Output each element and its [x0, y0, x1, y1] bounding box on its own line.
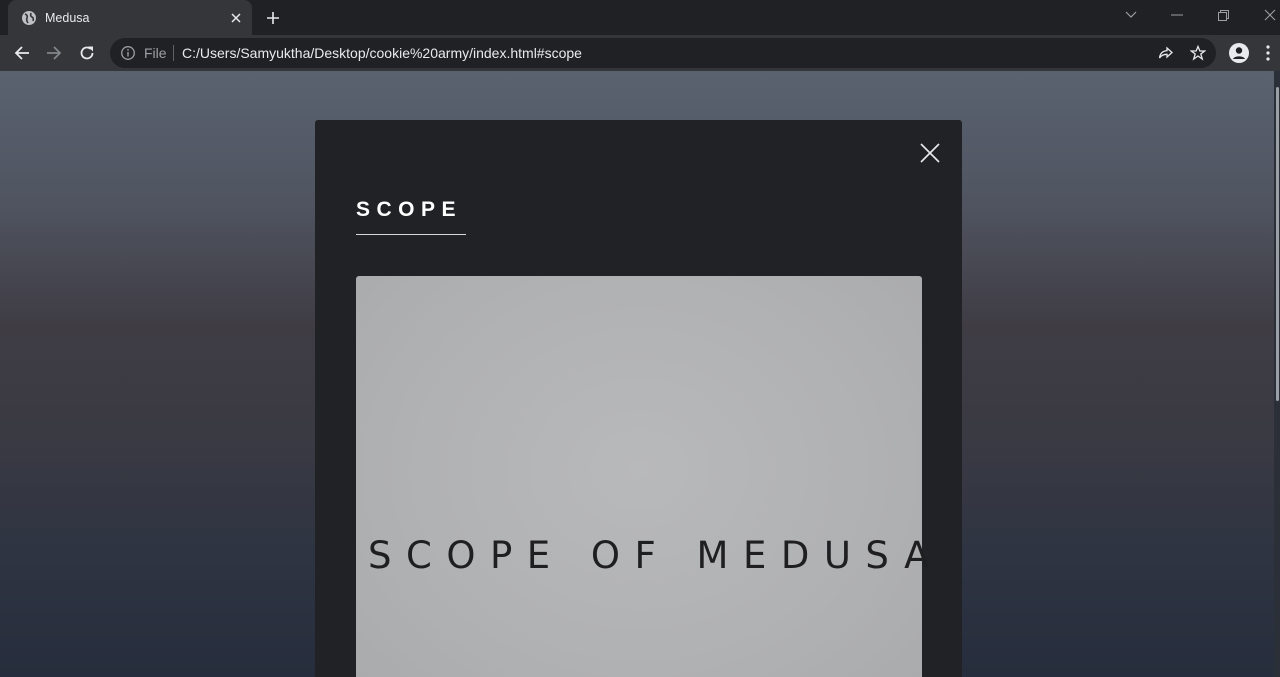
scope-image: SCOPE OF MEDUSA	[356, 276, 944, 677]
modal-close-icon[interactable]	[919, 142, 941, 164]
image-caption: SCOPE OF MEDUSA	[368, 534, 944, 577]
page-viewport: SCOPE SCOPE OF MEDUSA	[0, 71, 1280, 677]
browser-toolbar: File C:/Users/Samyuktha/Desktop/cookie%2…	[0, 35, 1280, 71]
tab-search-icon[interactable]	[1108, 0, 1154, 30]
share-icon[interactable]	[1151, 38, 1181, 68]
info-icon[interactable]	[120, 45, 136, 61]
restore-icon[interactable]	[1200, 0, 1246, 30]
title-underline	[356, 234, 466, 235]
reload-icon[interactable]	[72, 38, 102, 68]
security-label: File	[144, 45, 167, 61]
plus-icon[interactable]	[262, 7, 284, 29]
scrollbar[interactable]	[1274, 71, 1280, 677]
modal-title: SCOPE	[356, 198, 463, 221]
tab-strip: Medusa	[0, 0, 1280, 35]
close-icon[interactable]	[1247, 0, 1280, 30]
back-arrow-icon[interactable]	[7, 38, 37, 68]
browser-tab[interactable]: Medusa	[8, 0, 252, 35]
globe-icon	[22, 11, 36, 25]
profile-icon[interactable]	[1224, 38, 1254, 68]
omnibox-divider	[173, 45, 174, 61]
kebab-menu-icon[interactable]	[1256, 38, 1280, 68]
tab-close-icon[interactable]	[227, 9, 245, 27]
url-text[interactable]: C:/Users/Samyuktha/Desktop/cookie%20army…	[182, 45, 582, 61]
star-icon[interactable]	[1183, 38, 1213, 68]
scope-modal: SCOPE SCOPE OF MEDUSA	[315, 120, 962, 677]
forward-arrow-icon[interactable]	[39, 38, 69, 68]
minimize-icon[interactable]	[1154, 0, 1200, 30]
scrollbar-thumb[interactable]	[1276, 87, 1279, 401]
tab-title: Medusa	[45, 11, 90, 25]
address-bar[interactable]: File C:/Users/Samyuktha/Desktop/cookie%2…	[110, 38, 1216, 68]
